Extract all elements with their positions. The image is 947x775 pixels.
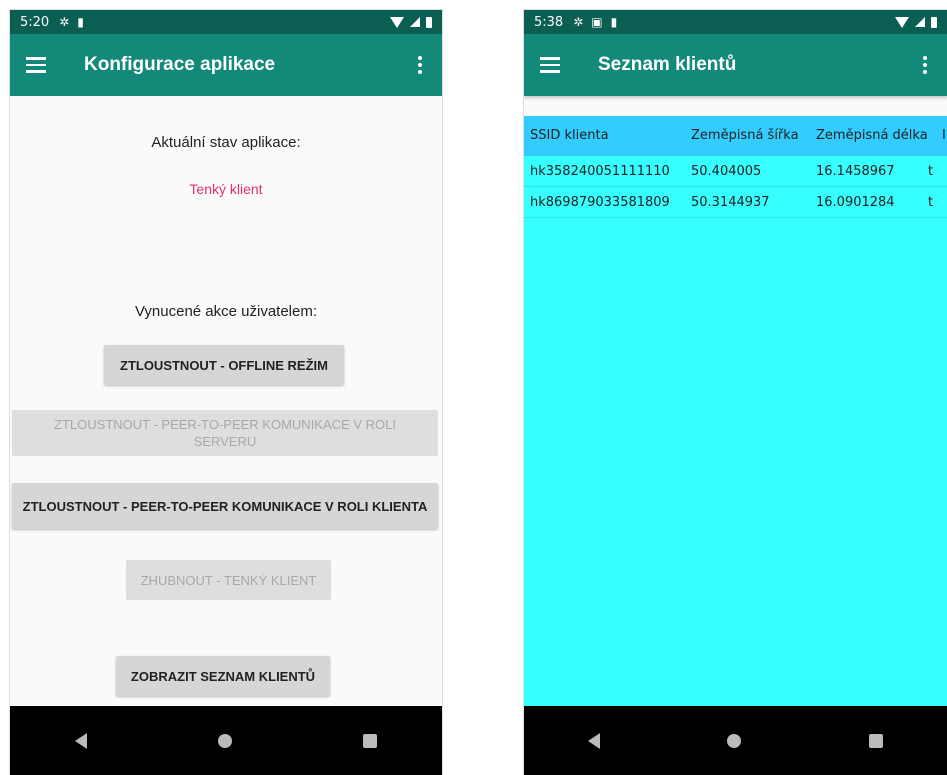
app-bar: Seznam klientů <box>524 34 947 96</box>
cell-latitude: 50.404005 <box>691 164 762 179</box>
table-row[interactable]: hk358240051111110 50.404005 16.1458967 t <box>524 156 947 187</box>
wifi-icon <box>895 16 909 28</box>
cell-ssid: hk869879033581809 <box>530 195 670 210</box>
page-title: Seznam klientů <box>598 54 737 75</box>
header-latitude: Zeměpisná šířka <box>691 128 799 143</box>
cell-longitude: 16.1458967 <box>816 164 895 179</box>
back-icon[interactable] <box>587 733 600 749</box>
recents-icon[interactable] <box>362 734 377 748</box>
navigation-bar <box>524 706 947 775</box>
header-ssid: SSID klienta <box>530 128 609 143</box>
header-extra: I <box>942 128 946 143</box>
table-row[interactable]: hk869879033581809 50.3144937 16.0901284 … <box>524 187 947 218</box>
sdcard-icon: ▮ <box>610 15 618 29</box>
app-bar: Konfigurace aplikace <box>10 34 442 96</box>
cell-ssid: hk358240051111110 <box>530 164 670 179</box>
battery-icon <box>426 16 432 28</box>
client-table: SSID klienta Zeměpisná šířka Zeměpisná d… <box>524 106 947 706</box>
status-time: 5:38 <box>534 14 564 30</box>
show-client-list-button[interactable]: ZOBRAZIT SEZNAM KLIENTŮ <box>116 656 330 696</box>
overflow-menu-icon[interactable] <box>414 52 426 78</box>
status-bar: 5:38 ✲ ▣ ▮ <box>524 10 947 34</box>
signal-icon <box>410 17 420 27</box>
offline-mode-button[interactable]: ZTLOUSTNOUT - OFFLINE REŽIM <box>104 345 344 385</box>
recents-icon[interactable] <box>869 734 884 748</box>
navigation-bar <box>10 706 442 775</box>
menu-icon[interactable] <box>26 57 46 73</box>
home-icon[interactable] <box>727 734 742 748</box>
phone-client-list-screen: 5:38 ✲ ▣ ▮ Seznam klientů SSID klienta Z… <box>524 10 947 775</box>
thin-client-button[interactable]: ZHUBNOUT - TENKÝ KLIENT <box>126 560 331 600</box>
home-icon[interactable] <box>217 734 232 748</box>
wifi-icon <box>390 16 404 28</box>
menu-icon[interactable] <box>540 57 560 73</box>
page-title: Konfigurace aplikace <box>84 54 276 75</box>
back-icon[interactable] <box>75 733 88 749</box>
cell-extra: t <box>928 195 934 210</box>
overflow-menu-icon[interactable] <box>919 52 931 78</box>
table-header: SSID klienta Zeměpisná šířka Zeměpisná d… <box>524 116 947 156</box>
settings-icon: ✲ <box>573 15 584 29</box>
state-label: Aktuální stav aplikace: <box>151 134 301 151</box>
settings-icon: ✲ <box>59 15 70 29</box>
config-content: Aktuální stav aplikace: Tenký klient Vyn… <box>10 96 442 706</box>
state-value: Tenký klient <box>189 181 263 197</box>
signal-icon <box>915 17 925 27</box>
cell-latitude: 50.3144937 <box>691 195 770 210</box>
header-longitude: Zeměpisná délka <box>816 128 928 143</box>
phone-config-screen: 5:20 ✲ ▮ Konfigurace aplikace Aktuální s… <box>10 10 442 775</box>
p2p-server-button[interactable]: ZTLOUSTNOUT - PEER-TO-PEER KOMUNIKACE V … <box>12 410 438 456</box>
forced-actions-label: Vynucené akce uživatelem: <box>134 303 318 320</box>
cell-extra: t <box>928 164 934 179</box>
screenshot-icon: ▣ <box>591 15 603 29</box>
status-time: 5:20 <box>20 14 50 30</box>
screenshot-stage: 5:20 ✲ ▮ Konfigurace aplikace Aktuální s… <box>0 0 947 775</box>
sdcard-icon: ▮ <box>77 15 84 29</box>
status-bar: 5:20 ✲ ▮ <box>10 10 442 34</box>
cell-longitude: 16.0901284 <box>816 195 895 210</box>
battery-icon <box>931 16 937 28</box>
p2p-client-button[interactable]: ZTLOUSTNOUT - PEER-TO-PEER KOMUNIKACE V … <box>12 483 438 529</box>
